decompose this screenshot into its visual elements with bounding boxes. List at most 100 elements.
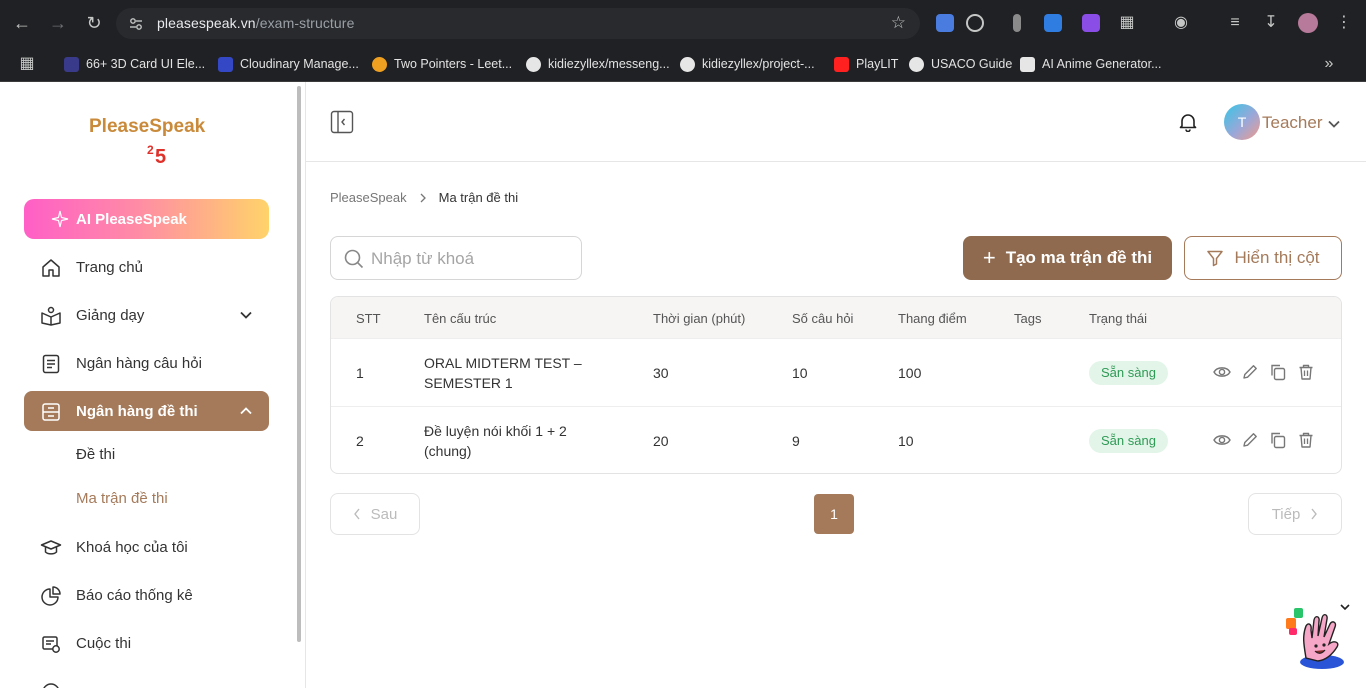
cell-name[interactable]: ORAL MIDTERM TEST – SEMESTER 1 [424, 353, 614, 393]
pagination-next-button[interactable]: Tiếp [1248, 493, 1342, 535]
bookmark-star-icon[interactable]: ☆ [891, 13, 906, 33]
github-icon [680, 56, 695, 72]
cell-name-line: (chung) [424, 443, 472, 459]
sidebar-item-partial[interactable] [24, 671, 269, 688]
notification-bell-icon[interactable] [1178, 112, 1198, 132]
breadcrumb-root[interactable]: PleaseSpeak [330, 190, 407, 205]
sidebar-subitem-exam[interactable]: Đề thi [76, 446, 115, 463]
sidebar-subitem-exam-matrix[interactable]: Ma trận đề thi [76, 490, 168, 507]
view-icon[interactable] [1213, 363, 1231, 381]
cell-score: 100 [898, 365, 922, 381]
chevron-up-icon [240, 407, 252, 415]
bookmark-item[interactable]: Cloudinary Manage... [218, 54, 359, 74]
cell-name-line: SEMESTER 1 [424, 375, 513, 391]
bookmark-label: AI Anime Generator... [1042, 57, 1162, 71]
bookmark-item[interactable]: PlayLIT [834, 54, 898, 74]
pagination-page-button[interactable]: 1 [814, 494, 854, 534]
compass-extension-icon[interactable] [966, 14, 984, 32]
bookmark-favicon-icon [218, 56, 233, 72]
sidebar-item-question-bank[interactable]: Ngân hàng câu hỏi [24, 343, 269, 383]
sidebar-item-label: Báo cáo thống kê [76, 586, 193, 604]
bookmark-item[interactable]: AI Anime Generator... [1020, 54, 1162, 74]
search-box[interactable] [330, 236, 582, 280]
delete-icon[interactable] [1297, 431, 1315, 449]
forward-icon[interactable]: → [47, 12, 69, 34]
sidebar: PleaseSpeak 2 5 AI PleaseSpeak Trang chủ… [0, 82, 306, 688]
pie-chart-icon [41, 586, 61, 606]
menu-kebab-icon[interactable]: ⋮ [1333, 12, 1355, 34]
column-header-status[interactable]: Trạng thái [1089, 311, 1147, 326]
edit-icon[interactable] [1241, 431, 1259, 449]
translate-extension-icon[interactable] [936, 14, 954, 32]
table-row[interactable]: 1 ORAL MIDTERM TEST – SEMESTER 1 30 10 1… [331, 339, 1341, 407]
sidebar-scrollbar[interactable] [297, 86, 301, 642]
cell-questions: 9 [792, 433, 800, 449]
sidebar-item-teaching[interactable]: Giảng dạy [24, 295, 269, 335]
bookmark-item[interactable]: Two Pointers - Leet... [372, 54, 512, 74]
question-bank-icon [42, 354, 60, 374]
cell-name[interactable]: Đề luyện nói khối 1 + 2 (chung) [424, 421, 614, 461]
v-extension-icon[interactable] [1082, 14, 1100, 32]
user-name[interactable]: Teacher [1262, 113, 1322, 133]
bookmark-item[interactable]: kidiezyllex/project-... [680, 54, 815, 74]
sidebar-item-reports[interactable]: Báo cáo thống kê [24, 575, 269, 615]
sidebar-item-contest[interactable]: Cuộc thi [24, 623, 269, 663]
sidebar-item-exam-bank[interactable]: Ngân hàng đề thi [24, 391, 269, 431]
screenshot-icon[interactable]: ◉ [1170, 12, 1192, 34]
cell-time: 30 [653, 365, 669, 381]
downloads-icon[interactable]: ↧ [1260, 12, 1282, 34]
sidebar-item-label: Giảng dạy [76, 306, 145, 324]
ai-pleasespeak-button[interactable]: AI PleaseSpeak [24, 199, 269, 239]
dropper-extension-icon[interactable] [1013, 14, 1021, 32]
bookmarks-bar: ▦ 66+ 3D Card UI Ele... Cloudinary Manag… [0, 46, 1366, 82]
column-header-stt[interactable]: STT [356, 311, 381, 326]
column-header-name[interactable]: Tên cấu trúc [424, 311, 496, 326]
column-header-questions[interactable]: Số câu hỏi [792, 311, 853, 326]
profile-avatar-icon[interactable] [1298, 13, 1318, 33]
sparkle-icon [51, 210, 69, 228]
download-extension-icon[interactable] [1044, 14, 1062, 32]
site-settings-icon[interactable] [128, 16, 144, 32]
create-exam-matrix-button[interactable]: + Tạo ma trận đề thi [963, 236, 1172, 280]
home-icon [42, 259, 60, 277]
bookmark-label: Two Pointers - Leet... [394, 57, 513, 71]
search-input[interactable] [371, 247, 571, 271]
back-icon[interactable]: ← [11, 12, 33, 34]
sidebar-item-my-courses[interactable]: Khoá học của tôi [24, 527, 269, 567]
sidebar-item-home[interactable]: Trang chủ [24, 247, 269, 287]
view-icon[interactable] [1213, 431, 1231, 449]
exam-matrix-table: STT Tên cấu trúc Thời gian (phút) Số câu… [330, 296, 1342, 474]
main-header: T Teacher [306, 82, 1366, 162]
duplicate-icon[interactable] [1269, 431, 1287, 449]
column-header-tags[interactable]: Tags [1014, 311, 1041, 326]
pagination-prev-label: Sau [370, 505, 398, 523]
chevron-down-icon[interactable] [1327, 117, 1341, 131]
ai-pleasespeak-label: AI PleaseSpeak [76, 210, 187, 228]
table-row[interactable]: 2 Đề luyện nói khối 1 + 2 (chung) 20 9 1… [331, 407, 1341, 473]
show-columns-button[interactable]: Hiển thị cột [1184, 236, 1342, 280]
column-header-score[interactable]: Thang điểm [898, 311, 967, 326]
column-header-time[interactable]: Thời gian (phút) [653, 311, 745, 326]
cell-questions: 10 [792, 365, 808, 381]
reload-icon[interactable]: ↻ [83, 12, 105, 34]
url-path: /exam-structure [255, 15, 355, 31]
pagination-prev-button[interactable]: Sau [330, 493, 420, 535]
status-badge: Sẵn sàng [1089, 429, 1168, 453]
duplicate-icon[interactable] [1269, 363, 1287, 381]
delete-icon[interactable] [1297, 363, 1315, 381]
bookmark-item[interactable]: USACO Guide [909, 54, 1012, 74]
puzzle-icon[interactable]: ▦ [1116, 12, 1138, 34]
bookmark-label: 66+ 3D Card UI Ele... [86, 57, 206, 71]
apps-grid-icon[interactable]: ▦ [16, 53, 38, 75]
cell-name-line: ORAL MIDTERM TEST – [424, 355, 582, 371]
address-bar[interactable]: pleasespeak.vn/exam-structure ☆ [116, 8, 920, 39]
chevron-down-icon[interactable] [1339, 601, 1351, 613]
sidebar-collapse-icon[interactable] [330, 110, 354, 134]
media-controls-icon[interactable]: ≡ [1224, 12, 1246, 34]
avatar[interactable]: T [1224, 104, 1260, 140]
more-bookmarks-icon[interactable]: » [1318, 53, 1340, 75]
breadcrumb-current: Ma trận đề thi [438, 190, 519, 205]
bookmark-item[interactable]: 66+ 3D Card UI Ele... [64, 54, 205, 74]
edit-icon[interactable] [1241, 363, 1259, 381]
bookmark-item[interactable]: kidiezyllex/messeng... [526, 54, 670, 74]
